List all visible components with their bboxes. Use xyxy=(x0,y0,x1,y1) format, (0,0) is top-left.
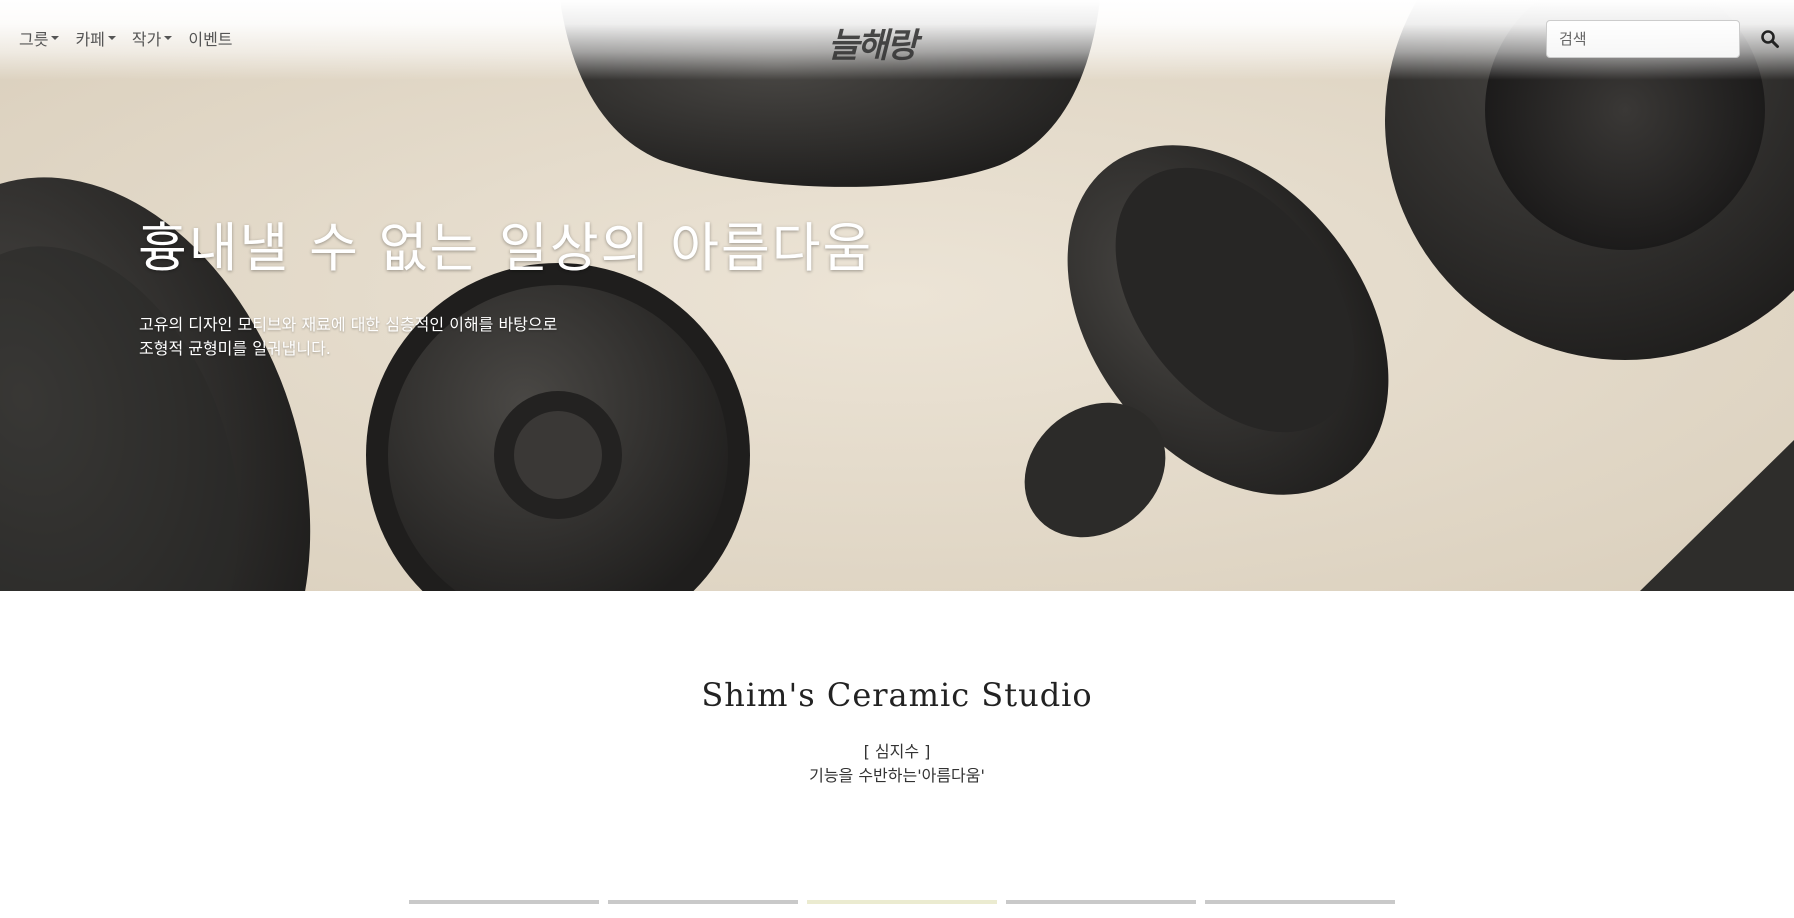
main-menu: 그릇 카페 작가 이벤트 xyxy=(19,26,233,50)
hero-title: 흉내낼 수 없는 일상의 아름다움 xyxy=(138,218,874,279)
caret-down-icon xyxy=(51,36,60,40)
search-input[interactable] xyxy=(1546,20,1740,58)
menu-item-events[interactable]: 이벤트 xyxy=(188,26,232,50)
menu-item-label: 이벤트 xyxy=(188,30,233,49)
menu-item-label: 그릇 xyxy=(19,30,49,49)
caret-down-icon xyxy=(164,36,173,40)
section-tab-strip xyxy=(409,900,1395,904)
hero-ceramics-photo xyxy=(0,0,1794,591)
caret-down-icon xyxy=(107,36,116,40)
menu-item-artists[interactable]: 작가 xyxy=(131,26,173,50)
site-logo[interactable]: 늘해랑 xyxy=(828,18,920,66)
menu-item-dishes[interactable]: 그릇 xyxy=(19,26,60,50)
artist-motto: 기능을 수반하는'아름다움' xyxy=(809,766,985,785)
menu-item-cafe[interactable]: 카페 xyxy=(75,26,116,50)
hero-description-line-2: 조형적 균형미를 일궈냅니다. xyxy=(139,339,331,358)
artist-name: [ 심지수 ] xyxy=(863,742,931,761)
top-navbar: 그릇 카페 작가 이벤트 늘해랑 xyxy=(0,0,1794,76)
hero-banner: 흉내낼 수 없는 일상의 아름다움 고유의 디자인 모티브와 재료에 대한 심층… xyxy=(0,0,1794,591)
tab-indicator-1[interactable] xyxy=(409,900,599,904)
tab-indicator-3[interactable] xyxy=(807,900,997,904)
tab-indicator-5[interactable] xyxy=(1205,900,1395,904)
hero-description: 고유의 디자인 모티브와 재료에 대한 심층적인 이해를 바탕으로 조형적 균형… xyxy=(139,313,557,361)
hero-description-line-1: 고유의 디자인 모티브와 재료에 대한 심층적인 이해를 바탕으로 xyxy=(139,315,558,334)
menu-item-label: 카페 xyxy=(75,30,105,49)
tab-indicator-4[interactable] xyxy=(1006,900,1196,904)
tab-indicator-2[interactable] xyxy=(608,900,798,904)
menu-item-label: 작가 xyxy=(131,30,162,49)
search-icon[interactable] xyxy=(1760,29,1780,49)
studio-title: Shim's Ceramic Studio xyxy=(701,676,1093,714)
